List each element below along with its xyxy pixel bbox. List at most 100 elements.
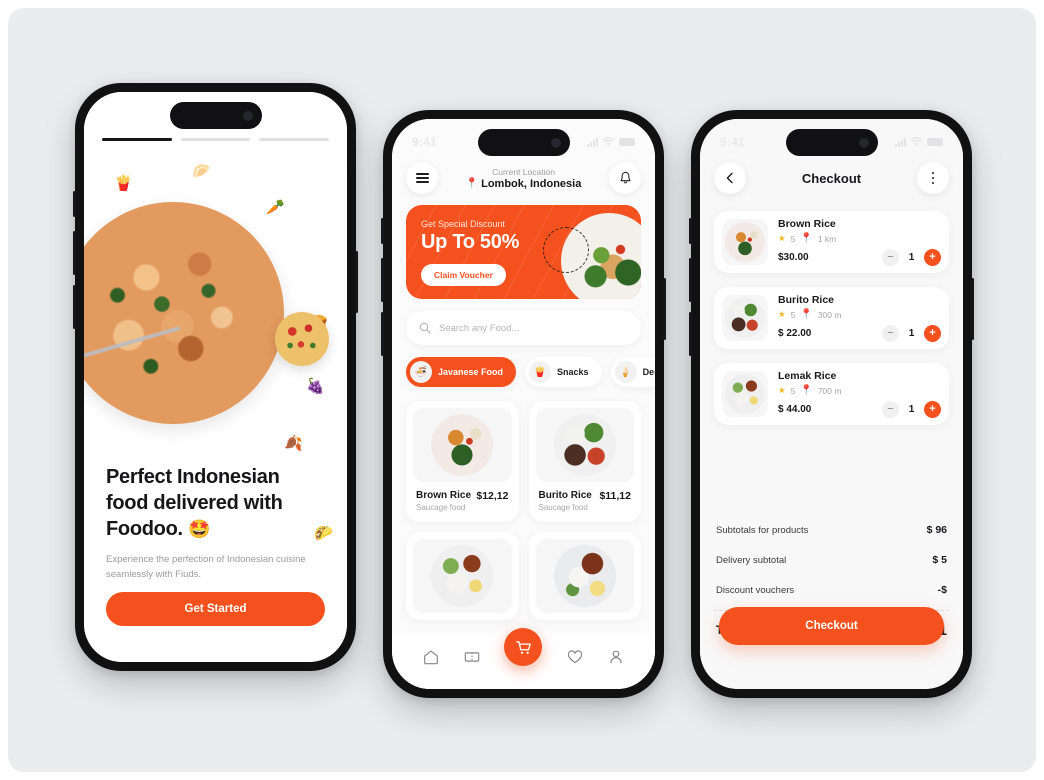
cart-item-price: $ 44.00	[778, 404, 812, 415]
bell-icon[interactable]	[609, 162, 641, 194]
cart-item-distance: 700 m	[817, 385, 842, 396]
search-bar[interactable]	[406, 311, 641, 345]
category-chips: 🍜 Javanese Food 🍟 Snacks 🍦 Desse	[406, 357, 655, 387]
cart-item-distance: 1 km	[817, 233, 837, 244]
location-value: 📍 Lombok, Indonesia	[466, 178, 582, 190]
food-card[interactable]: Burito Rice Saucage food $11,12	[528, 401, 641, 522]
progress-step-1[interactable]	[102, 138, 172, 141]
phone-volume-up-button[interactable]	[689, 258, 692, 302]
food-category: Saucage food	[416, 503, 466, 512]
cart-item-thumbnail	[722, 371, 768, 417]
home-icon[interactable]	[422, 648, 440, 666]
cart-item-thumbnail	[722, 295, 768, 341]
category-chip-javanese-food[interactable]: 🍜 Javanese Food	[406, 357, 517, 387]
phone-onboarding: 🍟 🥟 🥕 🍞 🍇 🍂 🌮 Perfect Indonesian food de…	[73, 83, 358, 671]
more-vertical-icon[interactable]	[916, 162, 949, 194]
food-price: $12,12	[476, 490, 509, 502]
onboarding-screen: 🍟 🥟 🥕 🍞 🍇 🍂 🌮 Perfect Indonesian food de…	[84, 92, 347, 662]
food-card[interactable]	[406, 532, 519, 620]
progress-step-3[interactable]	[259, 138, 330, 141]
phone-mute-button[interactable]	[689, 218, 692, 244]
dynamic-island	[169, 102, 262, 129]
decrease-quantity-button[interactable]: −	[882, 401, 899, 418]
back-button[interactable]	[714, 162, 746, 194]
bottom-navigation	[392, 628, 655, 689]
chevron-left-icon	[726, 172, 733, 184]
summary-row: Subtotals for products $ 96	[714, 515, 949, 545]
cart-item-name: Brown Rice	[778, 218, 836, 230]
claim-voucher-button[interactable]: Claim Voucher	[421, 264, 506, 286]
dynamic-island	[477, 129, 570, 156]
star-icon: ★	[778, 233, 786, 243]
phone-volume-down-button[interactable]	[381, 312, 384, 356]
current-location[interactable]: Current Location 📍 Lombok, Indonesia	[466, 167, 582, 190]
star-icon: ★	[778, 309, 786, 319]
food-card[interactable]: Brown Rice Saucage food $12,12	[406, 401, 519, 522]
checkout-button[interactable]: Checkout	[719, 607, 944, 645]
onboarding-progress	[102, 138, 330, 141]
grapes-icon: 🍇	[306, 378, 325, 395]
phone-volume-up-button[interactable]	[381, 258, 384, 302]
cart-item[interactable]: Brown Rice ★ 5 📍 1 km $30.00 − 1 +	[714, 211, 949, 273]
profile-icon[interactable]	[607, 648, 625, 666]
location-city-text: Lombok, Indonesia	[481, 177, 582, 190]
cart-item-name: Lemak Rice	[778, 370, 837, 382]
cart-item-price: $30.00	[778, 252, 809, 263]
cart-item-rating: 5	[790, 309, 796, 320]
heart-icon[interactable]	[566, 648, 584, 666]
front-camera-icon	[242, 110, 253, 121]
home-screen: Current Location 📍 Lombok, Indonesia Get…	[392, 119, 655, 689]
increase-quantity-button[interactable]: +	[924, 401, 941, 418]
phone-mute-button[interactable]	[73, 191, 76, 217]
checkout-screen: Checkout Brown Rice ★ 5 📍 1 km $30.00 − …	[700, 119, 963, 689]
banner-headline: Up To 50%	[421, 231, 520, 253]
food-thumbnail	[413, 539, 512, 613]
get-started-button[interactable]: Get Started	[106, 592, 325, 626]
quantity-stepper: − 1 +	[882, 325, 941, 342]
phone-mute-button[interactable]	[381, 218, 384, 244]
cart-item[interactable]: Burito Rice ★ 5 📍 300 m $ 22.00 − 1 +	[714, 287, 949, 349]
promo-banner[interactable]: Get Special Discount Up To 50% Claim Vou…	[406, 205, 641, 299]
summary-label: Discount vouchers	[716, 584, 795, 596]
onboarding-copy: Perfect Indonesian food delivered with F…	[106, 464, 325, 582]
summary-value: $ 96	[926, 524, 947, 536]
food-card[interactable]	[528, 532, 641, 620]
cart-icon[interactable]	[504, 628, 543, 666]
summary-label: Delivery subtotal	[716, 554, 787, 566]
increase-quantity-button[interactable]: +	[924, 325, 941, 342]
category-chip-dessert[interactable]: 🍦 Desse	[610, 357, 655, 387]
phone-power-button[interactable]	[971, 278, 974, 340]
cart-item-rating: 5	[790, 233, 796, 244]
phone-volume-up-button[interactable]	[73, 231, 76, 275]
food-thumbnail	[413, 408, 512, 482]
food-category: Saucage food	[538, 503, 588, 512]
icecream-icon: 🍦	[614, 361, 637, 383]
leaf-icon: 🍂	[284, 435, 303, 452]
location-label: Current Location	[492, 166, 555, 177]
summary-value: -$	[937, 584, 947, 596]
page-title: Checkout	[801, 170, 862, 186]
phone-checkout: 9:41 Checkout Brown Rice ★ 5 📍 1 km $30.…	[689, 110, 974, 698]
decrease-quantity-button[interactable]: −	[882, 325, 899, 342]
star-icon: ★	[778, 385, 786, 395]
search-icon	[419, 322, 431, 334]
category-chip-snacks[interactable]: 🍟 Snacks	[525, 357, 602, 387]
phone-volume-down-button[interactable]	[73, 285, 76, 329]
ticket-icon[interactable]	[463, 648, 481, 666]
phone-power-button[interactable]	[355, 251, 358, 313]
hamburger-menu-icon[interactable]	[406, 162, 438, 194]
phone-power-button[interactable]	[663, 278, 666, 340]
increase-quantity-button[interactable]: +	[924, 249, 941, 266]
search-input[interactable]	[439, 322, 628, 334]
food-name: Brown Rice	[416, 490, 472, 501]
hero-food-image	[84, 202, 284, 424]
home-header: Current Location 📍 Lombok, Indonesia	[406, 159, 641, 197]
progress-step-2[interactable]	[180, 138, 251, 141]
decrease-quantity-button[interactable]: −	[882, 249, 899, 266]
chip-label: Javanese Food	[438, 367, 504, 377]
phone-volume-down-button[interactable]	[689, 312, 692, 356]
summary-value: $ 5	[932, 554, 947, 566]
summary-label: Subtotals for products	[716, 524, 809, 536]
cart-item[interactable]: Lemak Rice ★ 5 📍 700 m $ 44.00 − 1 +	[714, 363, 949, 425]
quantity-value: 1	[908, 252, 915, 263]
